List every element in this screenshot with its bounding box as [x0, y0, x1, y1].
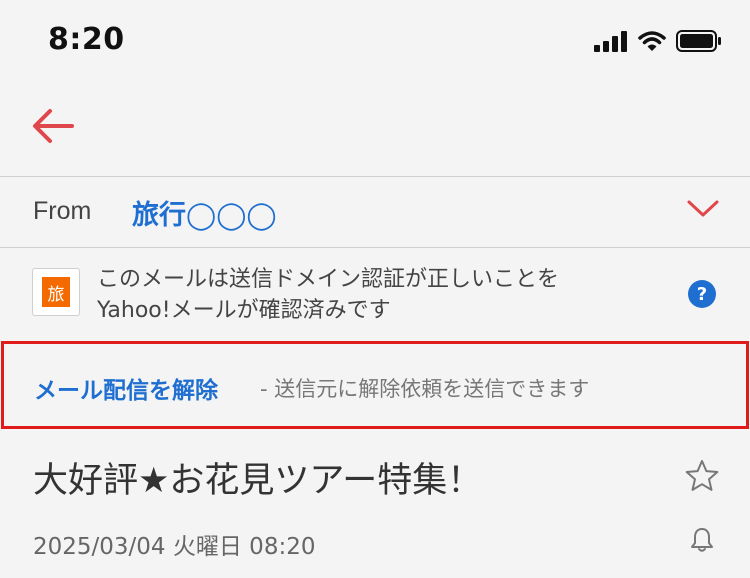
- from-label: From: [33, 197, 92, 225]
- chevron-down-icon: [686, 199, 720, 223]
- auth-notice-line1: このメールは送信ドメイン認証が正しいことを: [97, 267, 560, 292]
- status-bar: 8:20: [0, 0, 750, 86]
- signal-icon: [594, 30, 628, 56]
- from-row: From 旅行◯◯◯: [0, 177, 750, 247]
- help-icon[interactable]: ?: [688, 280, 716, 308]
- status-icons: [594, 30, 722, 56]
- unsubscribe-box: メール配信を解除 - 送信元に解除依頼を送信できます: [1, 341, 749, 429]
- auth-notice-line2: Yahoo!メールが確認済みです: [97, 298, 391, 323]
- message-date: 2025/03/04 火曜日 08:20: [33, 534, 316, 560]
- sender-name[interactable]: 旅行◯◯◯: [132, 193, 277, 232]
- message-subject: 大好評★お花見ツアー特集！: [33, 461, 483, 501]
- help-glyph: ?: [696, 283, 708, 305]
- back-button[interactable]: [28, 106, 78, 150]
- auth-notice: 旅 このメールは送信ドメイン認証が正しいことを Yahoo!メールが確認済みです…: [0, 248, 750, 340]
- message-header: 大好評★お花見ツアー特集！ 2025/03/04 火曜日 08:20: [0, 430, 750, 578]
- back-arrow-icon: [31, 108, 75, 148]
- battery-icon: [676, 30, 722, 56]
- wifi-icon: [638, 30, 666, 56]
- status-time: 8:20: [48, 22, 125, 57]
- nav-bar: [0, 86, 750, 176]
- reminder-button[interactable]: [688, 528, 716, 556]
- unsubscribe-link[interactable]: メール配信を解除: [34, 371, 218, 405]
- expand-header-button[interactable]: [686, 197, 720, 225]
- bell-icon: [690, 527, 714, 557]
- star-button[interactable]: [684, 460, 720, 496]
- sender-logo: 旅: [32, 268, 80, 316]
- auth-notice-text: このメールは送信ドメイン認証が正しいことを Yahoo!メールが確認済みです: [97, 264, 559, 326]
- star-icon: [685, 459, 719, 497]
- sender-logo-mark: 旅: [42, 277, 70, 307]
- unsubscribe-description: - 送信元に解除依頼を送信できます: [260, 377, 590, 401]
